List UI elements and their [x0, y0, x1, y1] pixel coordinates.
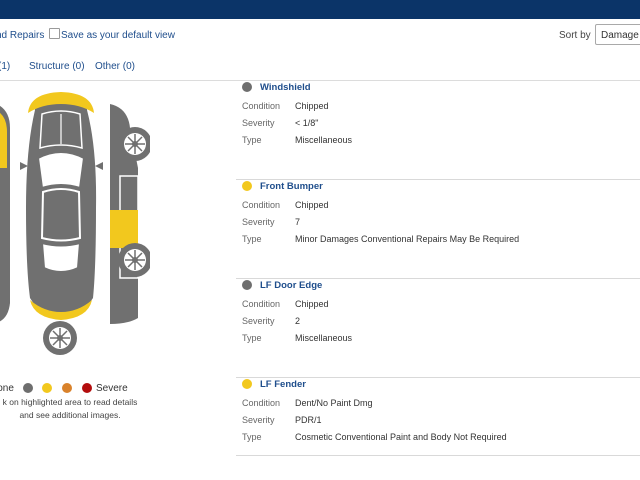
severity-label: Severity [242, 415, 275, 425]
legend-severe-label: Severe [96, 383, 128, 394]
damage-title[interactable]: LF Fender [260, 379, 306, 390]
severity-label: Severity [242, 118, 275, 128]
severity-value: 2 [295, 316, 301, 326]
condition-label: Condition [242, 101, 281, 111]
type-value: Miscellaneous [295, 135, 353, 145]
type-value: Cosmetic Conventional Paint and Body Not… [295, 432, 507, 442]
damage-item-lf-fender: LF Fender Condition Dent/No Paint Dmg Se… [236, 377, 640, 456]
right-mirror [95, 162, 103, 170]
tab-other[interactable]: Other (0) [95, 61, 135, 72]
type-value: Minor Damages Conventional Repairs May B… [295, 234, 520, 244]
damage-title[interactable]: Windshield [260, 82, 311, 93]
sort-by-label: Sort by [559, 30, 591, 41]
condition-label: Condition [242, 299, 281, 309]
rear-window-area[interactable] [40, 241, 82, 273]
spare-wheel [43, 321, 77, 355]
tab-structure[interactable]: Structure (0) [29, 61, 85, 72]
severity-label: Severity [242, 316, 275, 326]
severity-value: PDR/1 [295, 415, 322, 425]
default-view-label[interactable]: Save as your default view [61, 30, 175, 41]
damage-category-tabs: (1) Structure (0) Other (0) [0, 52, 640, 81]
default-view-checkbox[interactable] [49, 28, 60, 39]
left-side-lower-panel[interactable] [0, 238, 8, 300]
severity-value: 7 [295, 217, 301, 227]
windshield-area[interactable] [36, 151, 86, 190]
severity-dot [242, 280, 252, 290]
roof-area [40, 188, 82, 242]
severity-dot [242, 379, 252, 389]
severity-value: < 1/8" [295, 118, 319, 128]
severity-dot [242, 181, 252, 191]
type-label: Type [242, 234, 262, 244]
lf-fender-damage-area[interactable] [110, 210, 138, 248]
damage-item-lf-door-edge: LF Door Edge Condition Chipped Severity … [236, 278, 640, 378]
type-value: Miscellaneous [295, 333, 353, 343]
type-label: Type [242, 432, 262, 442]
condition-label: Condition [242, 398, 281, 408]
car-damage-diagram [0, 92, 150, 355]
severity-dot [242, 82, 252, 92]
type-label: Type [242, 135, 262, 145]
condition-value: Dent/No Paint Dmg [295, 398, 373, 408]
diagram-hint-line-1: k on highlighted area to read details [2, 397, 138, 407]
legend-dot-moderate [62, 383, 72, 393]
damages-and-repairs-link[interactable]: nd Repairs [0, 30, 44, 41]
type-label: Type [242, 333, 262, 343]
condition-value: Chipped [295, 101, 329, 111]
legend-dot-severe [82, 383, 92, 393]
tab-cosmetic[interactable]: (1) [0, 61, 10, 72]
diagram-hint-line-2: and see additional images. [19, 410, 121, 420]
legend-none-label: None [0, 383, 14, 394]
sort-select[interactable]: Damage L [595, 24, 640, 45]
condition-label: Condition [242, 200, 281, 210]
toolbar: nd Repairs Save as your default view Sor… [0, 19, 640, 51]
legend-dot-none [23, 383, 33, 393]
legend-dot-minor [42, 383, 52, 393]
damage-title[interactable]: Front Bumper [260, 181, 323, 192]
severity-legend: None Severe [0, 381, 230, 395]
condition-value: Chipped [295, 299, 329, 309]
severity-label: Severity [242, 217, 275, 227]
left-mirror [20, 162, 28, 170]
damage-item-windshield: Windshield Condition Chipped Severity < … [236, 80, 640, 180]
damage-item-front-bumper: Front Bumper Condition Chipped Severity … [236, 179, 640, 279]
damage-title[interactable]: LF Door Edge [260, 280, 322, 291]
condition-value: Chipped [295, 200, 329, 210]
top-header-bar [0, 0, 640, 19]
